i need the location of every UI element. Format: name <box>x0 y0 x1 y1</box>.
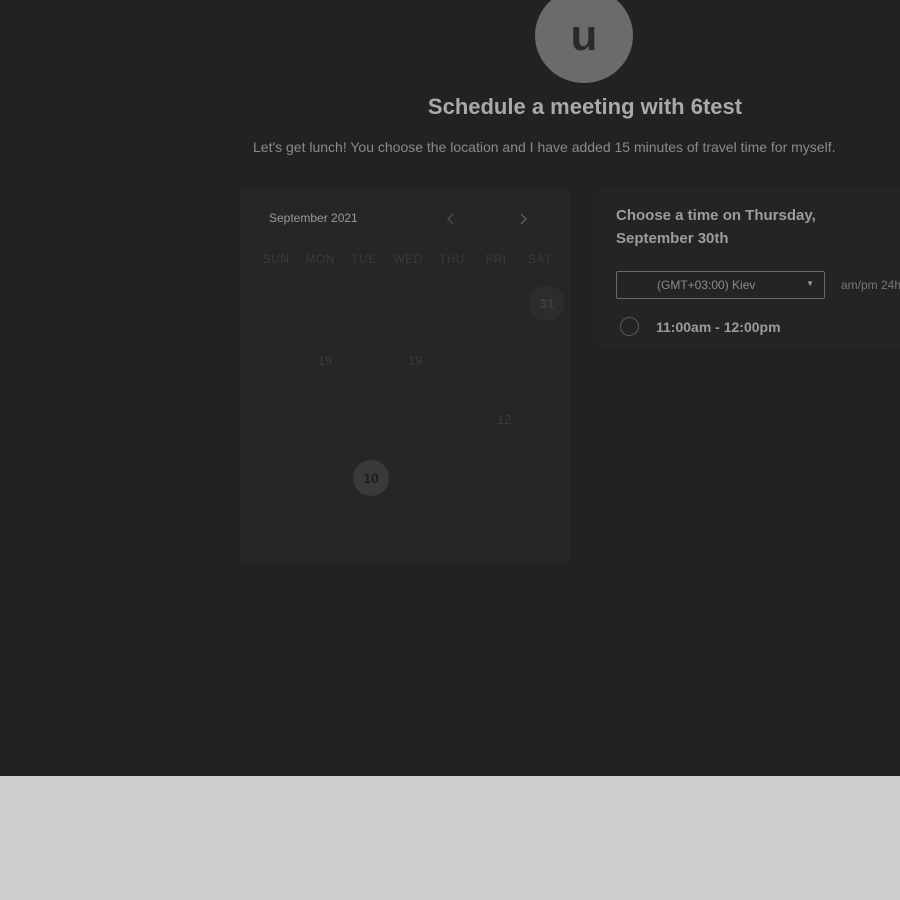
timezone-value: (GMT+03:00) Kiev <box>657 278 756 292</box>
weekday-sat: SAT <box>528 252 552 266</box>
time-slot[interactable]: 11:00am - 12:00pm <box>620 317 781 336</box>
footer-area <box>0 776 900 900</box>
weekday-thu: THU <box>438 252 466 266</box>
weekday-sun: SUN <box>262 252 290 266</box>
calendar-day-selected[interactable]: 10 <box>353 460 389 496</box>
avatar: u <box>535 0 633 83</box>
radio-icon[interactable] <box>620 317 639 336</box>
scheduling-page: u Schedule a meeting with 6test Let's ge… <box>0 0 900 776</box>
weekday-tue: TUE <box>351 252 377 266</box>
meeting-description: Let's get lunch! You choose the location… <box>253 139 836 155</box>
calendar-day-marker: - <box>457 471 461 483</box>
time-picker-panel: Choose a time on Thursday, September 30t… <box>598 188 900 348</box>
month-label: September 2021 <box>269 211 358 225</box>
weekday-header: SUN MON TUE WED THU FRI SAT <box>254 252 562 266</box>
caret-down-icon: ▼ <box>806 279 814 288</box>
calendar-day: 12 <box>496 411 512 427</box>
calendar-day-31[interactable]: 31 <box>529 285 565 321</box>
avatar-initial: u <box>570 10 598 60</box>
chevron-left-icon[interactable] <box>444 212 458 226</box>
timezone-select[interactable]: (GMT+03:00) Kiev ▼ <box>616 271 825 299</box>
page-title: Schedule a meeting with 6test <box>427 94 743 119</box>
weekday-mon: MON <box>305 252 335 266</box>
calendar-day: 19 <box>407 352 423 368</box>
weekday-fri: FRI <box>485 252 507 266</box>
time-slot-label: 11:00am - 12:00pm <box>656 318 781 335</box>
calendar: September 2021 SUN MON TUE WED THU FRI S… <box>240 188 570 563</box>
time-format-toggle[interactable]: am/pm 24h <box>841 278 900 292</box>
weekday-wed: WED <box>393 252 423 266</box>
time-heading: Choose a time on Thursday, September 30t… <box>616 207 816 247</box>
calendar-day-marker: - <box>407 471 411 483</box>
calendar-day: 19 <box>317 352 333 368</box>
chevron-right-icon[interactable] <box>516 212 530 226</box>
